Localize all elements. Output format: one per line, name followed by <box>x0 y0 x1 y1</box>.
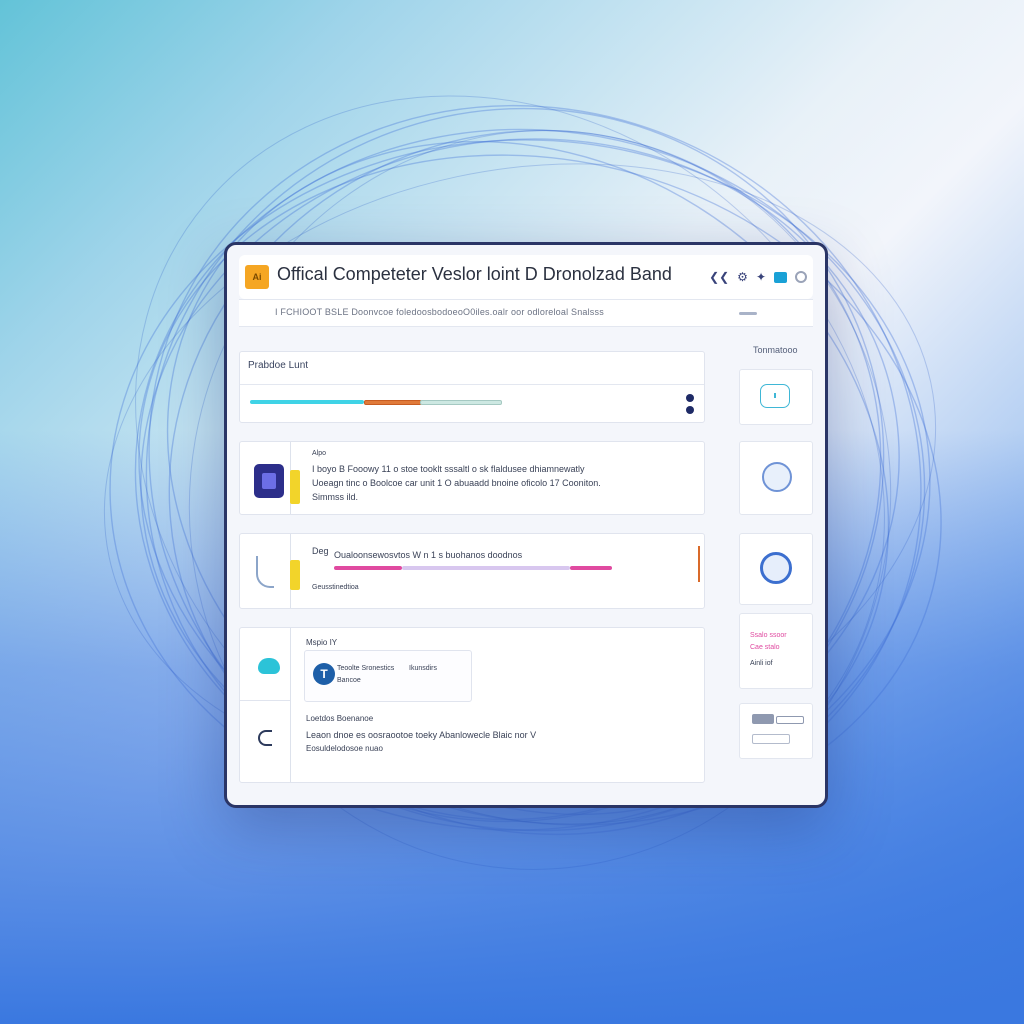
sidebar-card-text-2: Cae stalo <box>750 644 780 651</box>
progress-card: Prabdoe Lunt <box>239 351 705 423</box>
item-2-line-2: Geusstinedtioa <box>312 584 359 591</box>
progress-label: Prabdoe Lunt <box>248 360 309 371</box>
profile-icon[interactable] <box>795 271 807 283</box>
subtitle-bar: I FCHIOOT BSLE Doonvcoe foledoosbodoeoO0… <box>239 299 813 327</box>
titlebar-icons: ❮❮ ⚙ ✦ <box>709 268 807 286</box>
item-4-line-1: Leaon dnoe es oosraootoe toeky Abanlowec… <box>306 730 537 740</box>
item-3-subbox-line-2: Ikunsdirs <box>409 665 438 672</box>
sidebar-card-3[interactable] <box>739 533 813 605</box>
yellow-marker <box>290 470 300 504</box>
progress-segment-2 <box>364 400 422 405</box>
divider-h <box>240 700 290 701</box>
yellow-marker <box>290 560 300 590</box>
sidebar-card-toggle[interactable] <box>739 369 813 425</box>
item-4-title: Loetdos Boenanoe <box>306 714 374 723</box>
item-2-title: Deg <box>312 546 329 556</box>
toggle-pill-2[interactable] <box>776 716 804 724</box>
toggle-pill-1[interactable] <box>752 714 774 724</box>
item-1-line-1: I boyo B Fooowy 11 o stoe tooklt sssaltl… <box>312 464 585 474</box>
scroll-marker[interactable] <box>698 546 700 582</box>
back-icon[interactable]: ❮❮ <box>709 270 729 284</box>
sidebar-card-2[interactable] <box>739 441 813 515</box>
list-item-1[interactable]: Alpo I boyo B Fooowy 11 o stoe tooklt ss… <box>239 441 705 515</box>
item-1-line-3: Simmss ild. <box>312 492 359 502</box>
list-item-2[interactable]: Deg Oualoonsewosvtos W n 1 s buohanos do… <box>239 533 705 609</box>
settings-icon[interactable]: ⚙ <box>737 270 748 284</box>
item-3-title: Mspio IY <box>306 638 338 647</box>
toggle-pill-3[interactable] <box>752 734 790 744</box>
sidebar-card-4[interactable]: Ssalo ssoor Cae stalo Ainli iof <box>739 613 813 689</box>
title-bar: Ai Offical Competeter Veslor loint D Dro… <box>239 255 813 299</box>
app-tile-icon <box>254 464 284 498</box>
refresh-circle-icon[interactable] <box>760 552 792 584</box>
sidebar-card-text-3: Ainli iof <box>750 660 773 667</box>
toggle-icon[interactable] <box>760 384 790 408</box>
list-panel-bottom: Mspio IY T Teoolte Sronestics Ikunsdirs … <box>239 627 705 783</box>
item-1-title: Alpo <box>312 450 327 457</box>
menu-dash-icon[interactable] <box>739 312 757 315</box>
tools-icon[interactable]: ✦ <box>756 270 766 284</box>
window-icon[interactable] <box>774 271 787 283</box>
item-1-line-2: Uoeagn tinc o Boolcoe car unit 1 O abuaa… <box>312 478 601 488</box>
app-window: Ai Offical Competeter Veslor loint D Dro… <box>224 242 828 808</box>
item-3-badge-icon: T <box>313 663 335 685</box>
item-3-subbox-line-1: Teoolte Sronestics <box>337 665 395 672</box>
progress-segment-3 <box>420 400 502 405</box>
item-4-line-2: Eosuldelodosoe nuao <box>306 744 383 753</box>
item-3-icon <box>258 658 280 674</box>
hook-icon <box>256 556 274 588</box>
sidebar-card-5[interactable] <box>739 703 813 759</box>
item-2-line-1: Oualoonsewosvtos W n 1 s buohanos doodno… <box>334 550 523 560</box>
cloud-circle-icon[interactable] <box>762 462 792 492</box>
window-title: Offical Competeter Veslor loint D Dronol… <box>277 264 672 284</box>
item-2-progress-track <box>402 566 570 570</box>
item-2-progress-magenta <box>334 566 402 570</box>
sidebar-header: Tonmatooo <box>753 345 798 355</box>
divider <box>290 628 291 782</box>
progress-segment-1 <box>250 400 364 404</box>
drag-handle-icon[interactable] <box>686 394 694 416</box>
subtitle-text: I FCHIOOT BSLE Doonvcoe foledoosbodoeoO0… <box>275 307 604 317</box>
item-3-subbox-line-3: Bancoe <box>337 677 361 684</box>
item-2-progress-end <box>570 566 612 570</box>
sidebar-card-text-1: Ssalo ssoor <box>750 632 787 639</box>
item-4-icon <box>258 730 272 746</box>
item-3-subbox[interactable]: T Teoolte Sronestics Ikunsdirs Bancoe <box>304 650 472 702</box>
app-logo: Ai <box>245 265 269 289</box>
